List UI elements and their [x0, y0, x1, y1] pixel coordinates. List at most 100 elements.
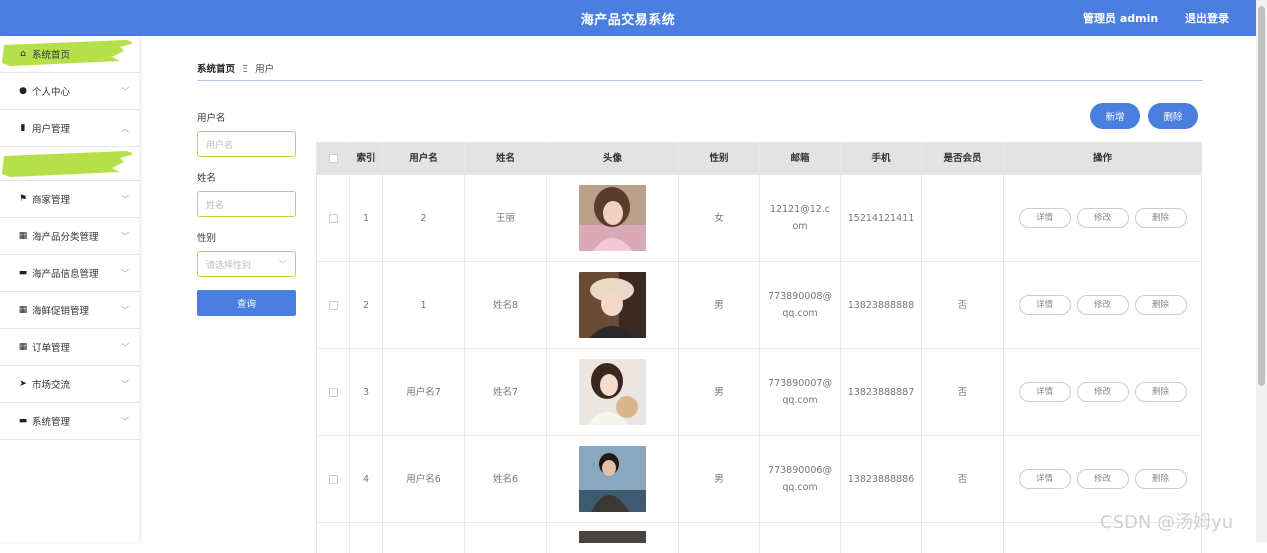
col-header: 操作	[1092, 152, 1112, 164]
chevron-down-icon: ﹀	[121, 195, 129, 204]
home-icon: ⌂	[20, 49, 26, 59]
query-button[interactable]: 查询	[197, 290, 296, 316]
select-all-checkbox[interactable]	[328, 153, 338, 163]
cell-member	[922, 523, 1004, 553]
sidebar-item-label: 系统管理	[32, 417, 71, 428]
row-delete-button[interactable]: 删除	[1134, 469, 1187, 489]
cell-member	[922, 175, 1004, 261]
col-header: 是否会员	[922, 142, 1004, 174]
grid-icon: ▦	[18, 342, 28, 352]
cell-actions: 详情 修改 删除	[1004, 349, 1201, 435]
sidebar-item-promotions[interactable]: ▦ 海鲜促销管理 ﹀	[0, 292, 139, 329]
edit-button[interactable]: 修改	[1076, 208, 1129, 228]
row-delete-button[interactable]: 删除	[1134, 295, 1187, 315]
sidebar-item-product-info[interactable]: ▬ 海产品信息管理 ﹀	[0, 255, 139, 292]
sidebar-item-personal[interactable]: ● 个人中心 ﹀	[0, 73, 139, 110]
cell-name: 王丽	[465, 175, 547, 261]
edit-button[interactable]: 修改	[1076, 382, 1129, 402]
name-placeholder: 姓名	[206, 200, 225, 211]
scrollbar-thumb[interactable]	[1258, 6, 1265, 386]
flag-icon: ⚑	[18, 194, 28, 204]
cell-phone: 13823888887	[841, 349, 922, 435]
row-select-cell	[317, 436, 350, 522]
cell-member: 否	[922, 436, 1004, 522]
cell-index: 4	[350, 436, 383, 522]
row-checkbox[interactable]	[328, 387, 338, 397]
table-row: 3 用户名7 姓名7 男 773890007@qq.com 1382388888…	[317, 349, 1201, 436]
sidebar-item-label: 海鲜促销管理	[32, 306, 90, 317]
cell-username: 用户名6	[383, 436, 465, 522]
chevron-down-icon: ﹀	[121, 417, 129, 426]
row-checkbox[interactable]	[328, 300, 338, 310]
detail-button[interactable]: 详情	[1018, 295, 1071, 315]
breadcrumb-separator-icon: Ξ	[242, 64, 249, 75]
avatar-image	[579, 185, 646, 251]
row-delete-button[interactable]: 删除	[1134, 208, 1187, 228]
cell-email: 773890008@qq.com	[760, 262, 841, 348]
chevron-up-icon: ︿	[121, 124, 129, 133]
chevron-down-icon: ﹀	[121, 232, 129, 241]
cell-gender: 女	[679, 175, 760, 261]
detail-button[interactable]: 详情	[1018, 382, 1071, 402]
cell-index: 3	[350, 349, 383, 435]
cell-gender: 男	[679, 262, 760, 348]
cell-gender: 男	[679, 349, 760, 435]
sidebar-item-system[interactable]: ▬ 系统管理 ﹀	[0, 403, 139, 440]
cell-name: 姓名7	[465, 349, 547, 435]
table-row: 2 1 姓名8 男 773890008@qq.com 13823888888 否…	[317, 262, 1201, 349]
logout-link[interactable]: 退出登录	[1185, 10, 1229, 26]
sidebar-subitem-user[interactable]: 用户	[0, 147, 139, 181]
row-checkbox[interactable]	[328, 213, 338, 223]
col-header: 姓名	[465, 142, 547, 174]
chevron-down-icon: ﹀	[121, 269, 129, 278]
edit-button[interactable]: 修改	[1076, 295, 1129, 315]
message-icon: ▬	[18, 416, 28, 426]
cell-actions: 详情 修改 删除	[1004, 175, 1201, 261]
bar-chart-icon: ▮	[20, 123, 26, 133]
page-scrollbar[interactable]	[1256, 0, 1267, 542]
avatar-image	[579, 531, 646, 543]
add-button[interactable]: 新增	[1090, 103, 1140, 129]
sidebar-item-label: 海产品分类管理	[32, 232, 99, 243]
search-form: 用户名 用户名 姓名 姓名 性别 请选择性别 ﹀ 查询	[197, 110, 297, 316]
detail-button[interactable]: 详情	[1018, 469, 1071, 489]
detail-button[interactable]: 详情	[1018, 208, 1071, 228]
breadcrumb: 系统首页 Ξ 用户	[197, 61, 274, 75]
cell-email: 773890007@qq.com	[760, 349, 841, 435]
row-delete-button[interactable]: 删除	[1134, 382, 1187, 402]
col-header: 邮箱	[760, 142, 841, 174]
breadcrumb-home[interactable]: 系统首页	[197, 64, 235, 75]
chevron-down-icon: ﹀	[121, 343, 129, 352]
sidebar-item-users[interactable]: ▮ 用户管理 ︿	[0, 110, 139, 147]
sidebar-item-merchants[interactable]: ⚑ 商家管理 ﹀	[0, 181, 139, 218]
cell-avatar	[547, 175, 679, 261]
cell-gender: 男	[679, 436, 760, 522]
gender-label: 性别	[197, 233, 217, 244]
cell-phone: 13823888888	[841, 262, 922, 348]
cell-username: 1	[383, 262, 465, 348]
send-icon: ➤	[19, 379, 27, 389]
cell-phone	[841, 523, 922, 553]
sidebar-item-label: 用户管理	[32, 124, 71, 135]
cell-phone: 13823888886	[841, 436, 922, 522]
watermark: CSDN @汤姆yu	[1100, 512, 1234, 533]
table-row	[317, 523, 1201, 553]
username-placeholder: 用户名	[206, 140, 234, 151]
name-input[interactable]: 姓名	[197, 191, 296, 217]
sidebar-item-market[interactable]: ➤ 市场交流 ﹀	[0, 366, 139, 403]
row-checkbox[interactable]	[328, 474, 338, 484]
cell-member: 否	[922, 349, 1004, 435]
username-input[interactable]: 用户名	[197, 131, 296, 157]
admin-label: 管理员 admin	[1083, 12, 1159, 25]
briefcase-icon: ▬	[18, 268, 28, 278]
divider	[197, 80, 1203, 81]
row-select-cell	[317, 175, 350, 261]
sidebar-item-home[interactable]: ⌂ 系统首页	[0, 36, 139, 73]
grid-icon: ▦	[18, 231, 28, 241]
sidebar-item-categories[interactable]: ▦ 海产品分类管理 ﹀	[0, 218, 139, 255]
edit-button[interactable]: 修改	[1076, 469, 1129, 489]
sidebar-item-orders[interactable]: ▦ 订单管理 ﹀	[0, 329, 139, 366]
name-label: 姓名	[197, 173, 217, 184]
gender-select[interactable]: 请选择性别 ﹀	[197, 251, 296, 277]
delete-button[interactable]: 删除	[1148, 103, 1198, 129]
